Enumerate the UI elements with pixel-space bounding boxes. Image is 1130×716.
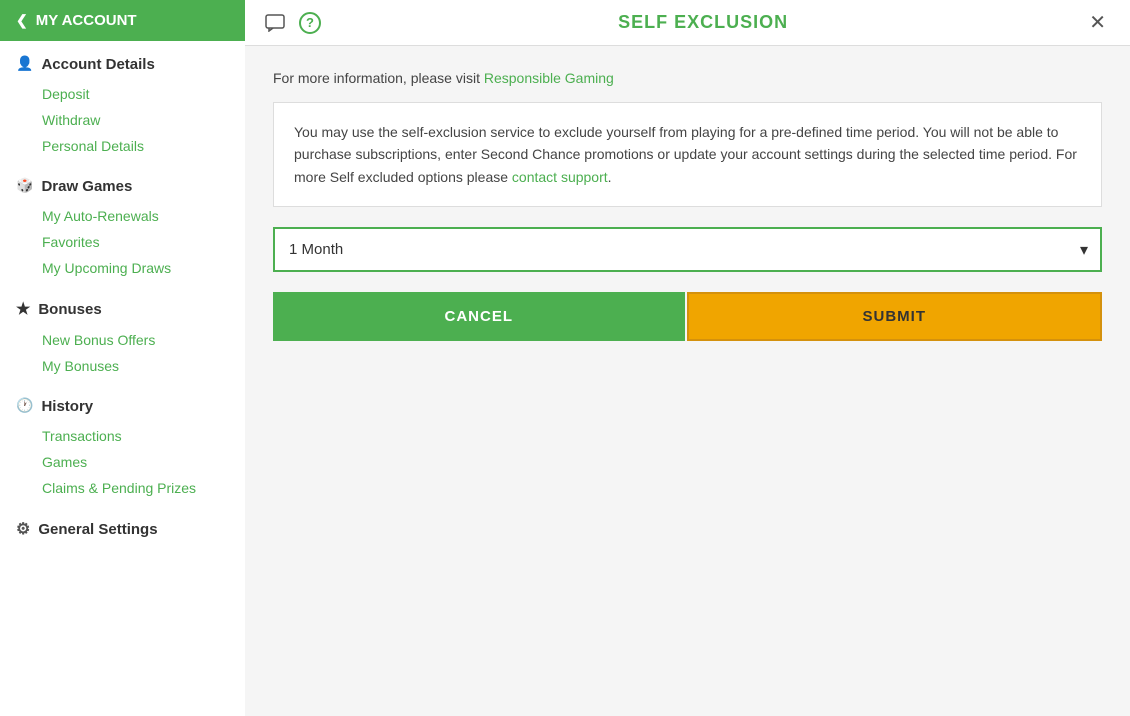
sidebar-item-auto-renewals[interactable]: My Auto-Renewals xyxy=(16,203,229,229)
duration-select-wrapper: 1 Month 3 Months 6 Months 1 Year 5 Years… xyxy=(273,227,1102,272)
history-icon xyxy=(16,397,33,415)
sidebar: ❮ MY ACCOUNT Account Details Deposit Wit… xyxy=(0,0,245,716)
sidebar-header-label: MY ACCOUNT xyxy=(36,12,137,29)
duration-select[interactable]: 1 Month 3 Months 6 Months 1 Year 5 Years xyxy=(273,227,1102,272)
draw-games-icon xyxy=(16,177,33,195)
draw-games-title: Draw Games xyxy=(16,177,229,195)
sidebar-item-games[interactable]: Games xyxy=(16,449,229,475)
user-icon xyxy=(16,55,33,73)
sidebar-item-personal-details[interactable]: Personal Details xyxy=(16,133,229,159)
sidebar-item-my-bonuses[interactable]: My Bonuses xyxy=(16,353,229,379)
sidebar-item-deposit[interactable]: Deposit xyxy=(16,81,229,107)
sidebar-item-claims-pending[interactable]: Claims & Pending Prizes xyxy=(16,475,229,501)
sidebar-item-favorites[interactable]: Favorites xyxy=(16,229,229,255)
info-text-prefix: For more information, please visit xyxy=(273,70,484,86)
sidebar-item-transactions[interactable]: Transactions xyxy=(16,423,229,449)
sidebar-item-upcoming-draws[interactable]: My Upcoming Draws xyxy=(16,255,229,281)
close-button[interactable]: ✕ xyxy=(1085,10,1110,35)
account-details-title: Account Details xyxy=(16,55,229,73)
description-text: You may use the self-exclusion service t… xyxy=(294,124,1077,185)
account-details-label: Account Details xyxy=(41,56,154,73)
settings-icon xyxy=(16,519,30,539)
sidebar-section-account: Account Details Deposit Withdraw Persona… xyxy=(0,41,245,163)
my-account-header[interactable]: ❮ MY ACCOUNT xyxy=(0,0,245,41)
sidebar-item-new-bonus-offers[interactable]: New Bonus Offers xyxy=(16,327,229,353)
action-buttons: CANCEL SUBMIT xyxy=(273,292,1102,341)
dialog-body: For more information, please visit Respo… xyxy=(245,46,1130,365)
description-end: . xyxy=(608,169,612,185)
dialog-title: SELF EXCLUSION xyxy=(321,12,1085,33)
sidebar-section-history: History Transactions Games Claims & Pend… xyxy=(0,383,245,505)
general-settings-label: General Settings xyxy=(38,521,157,538)
responsible-gaming-link[interactable]: Responsible Gaming xyxy=(484,70,614,86)
contact-support-link[interactable]: contact support xyxy=(512,169,608,185)
history-label: History xyxy=(41,398,93,415)
description-box: You may use the self-exclusion service t… xyxy=(273,102,1102,207)
sidebar-item-withdraw[interactable]: Withdraw xyxy=(16,107,229,133)
dialog-container: ? SELF EXCLUSION ✕ For more information,… xyxy=(245,0,1130,716)
sidebar-scroll: Account Details Deposit Withdraw Persona… xyxy=(0,41,245,716)
sidebar-section-general-settings: General Settings xyxy=(0,505,245,551)
submit-button[interactable]: SUBMIT xyxy=(687,292,1103,341)
chat-icon[interactable] xyxy=(265,14,287,32)
star-icon: ★ xyxy=(16,299,30,319)
main-content: ? SELF EXCLUSION ✕ For more information,… xyxy=(245,0,1130,716)
sidebar-section-draw-games: Draw Games My Auto-Renewals Favorites My… xyxy=(0,163,245,285)
bonuses-label: Bonuses xyxy=(38,301,101,318)
dialog-header: ? SELF EXCLUSION ✕ xyxy=(245,0,1130,46)
info-text: For more information, please visit Respo… xyxy=(273,70,1102,86)
cancel-button[interactable]: CANCEL xyxy=(273,292,685,341)
history-title: History xyxy=(16,397,229,415)
help-icon[interactable]: ? xyxy=(299,12,321,34)
sidebar-section-bonuses: ★ Bonuses New Bonus Offers My Bonuses xyxy=(0,285,245,383)
header-icons: ? xyxy=(265,12,321,34)
bonuses-title: ★ Bonuses xyxy=(16,299,229,319)
draw-games-label: Draw Games xyxy=(41,178,132,195)
back-chevron-icon: ❮ xyxy=(16,12,28,29)
general-settings-title: General Settings xyxy=(16,519,229,539)
